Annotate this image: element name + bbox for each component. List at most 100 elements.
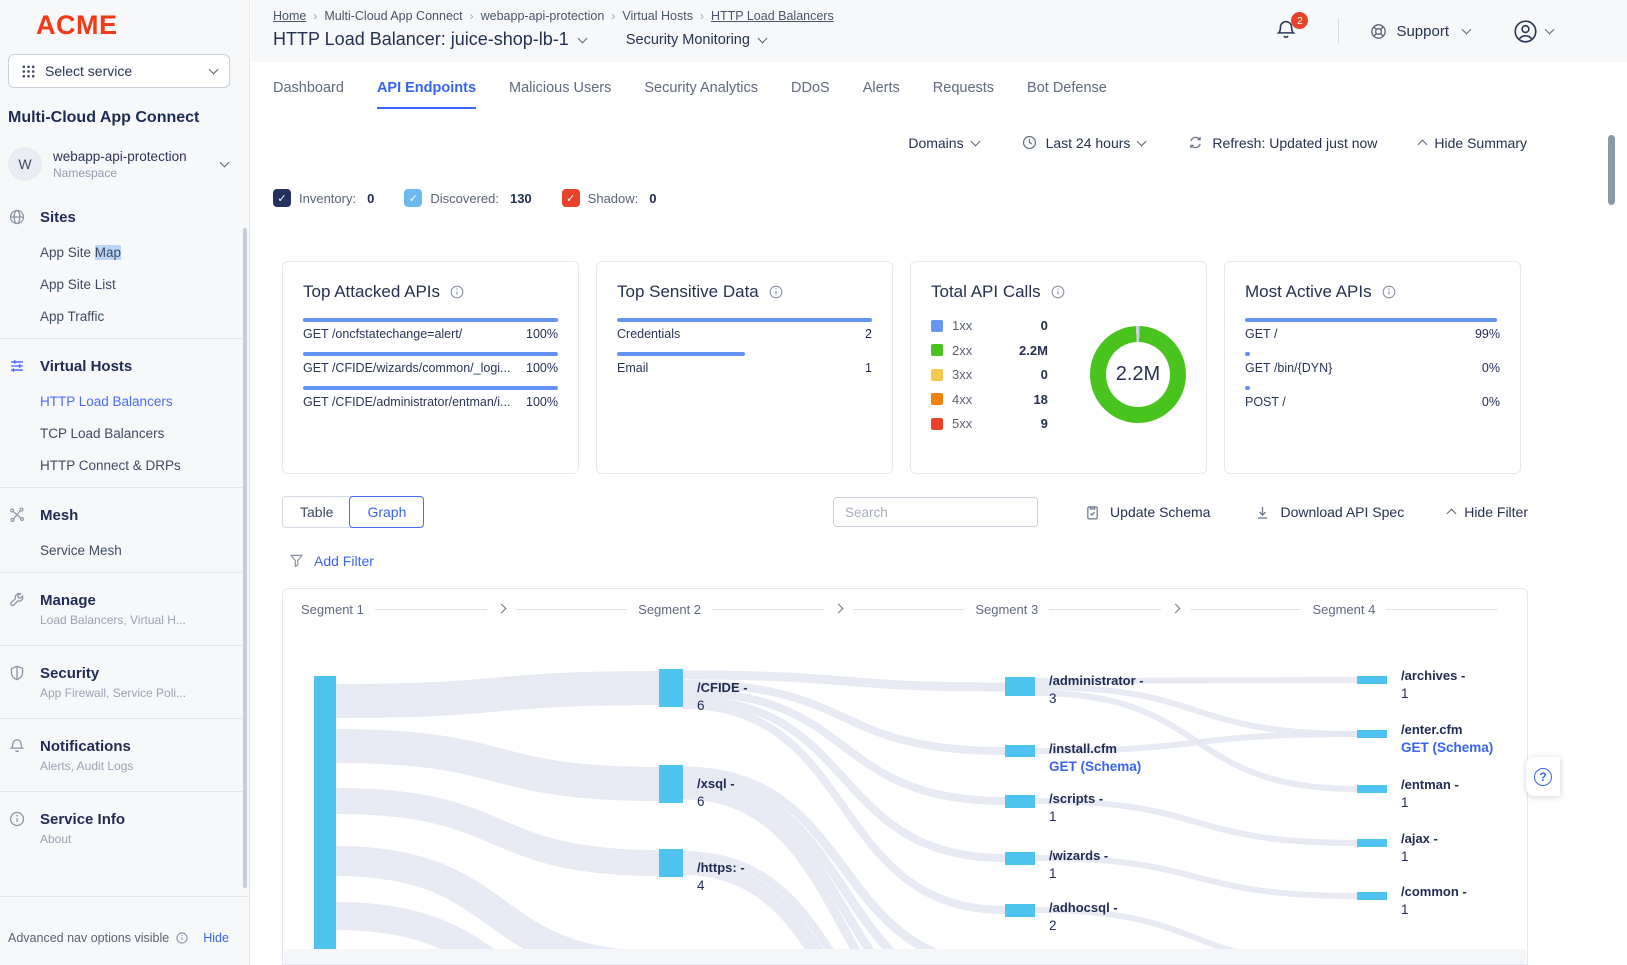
help-button[interactable]: ? [1526, 757, 1560, 796]
metric-row-credentials[interactable]: Credentials2 [617, 318, 872, 341]
tab-malicious-users[interactable]: Malicious Users [509, 80, 611, 109]
info-icon[interactable] [449, 284, 465, 300]
wrench-icon [8, 591, 26, 609]
sidebar-section-mesh[interactable]: Mesh [0, 494, 244, 534]
checkbox-checked-icon[interactable]: ✓ [404, 189, 422, 207]
sankey-node-schema-link[interactable]: GET (Schema) [1049, 759, 1141, 774]
sidebar-scrollbar[interactable] [243, 228, 247, 888]
breadcrumb-item-webapp-api-protection[interactable]: webapp-api-protection [481, 9, 605, 23]
counter-discovered[interactable]: ✓Discovered:130 [404, 189, 531, 207]
metric-row-get-cfide-administrator-entman-i[interactable]: GET /CFIDE/administrator/entman/i...100% [303, 386, 558, 409]
metric-row-post[interactable]: POST /0% [1245, 386, 1500, 409]
card-title: Total API Calls [931, 282, 1041, 302]
metric-row-get-oncfstatechange-alert[interactable]: GET /oncfstatechange=alert/100% [303, 318, 558, 341]
sidebar-section-sites[interactable]: Sites [0, 196, 244, 236]
sankey-node-root[interactable] [314, 676, 336, 952]
sankey-node-scripts[interactable] [1005, 795, 1035, 808]
support-menu[interactable]: Support [1369, 22, 1470, 41]
sankey-node-wizards[interactable] [1005, 852, 1035, 865]
checkbox-checked-icon[interactable]: ✓ [562, 189, 580, 207]
page-scrollbar[interactable] [1608, 135, 1615, 205]
metric-row-get-bin-dyn[interactable]: GET /bin/{DYN}0% [1245, 352, 1500, 375]
security-monitoring-dropdown[interactable]: Security Monitoring [626, 32, 766, 48]
breadcrumb-item-multi-cloud-app-connect[interactable]: Multi-Cloud App Connect [324, 9, 462, 23]
tab-dashboard[interactable]: Dashboard [273, 80, 344, 109]
sankey-node-adhocsql[interactable] [1005, 904, 1035, 917]
graph-view-button[interactable]: Graph [349, 496, 424, 528]
hide-filter-label: Hide Filter [1464, 504, 1528, 520]
sankey-node-schema-link[interactable]: GET (Schema) [1401, 740, 1493, 755]
sankey-node-cfide[interactable] [659, 669, 683, 707]
chevron-down-icon[interactable] [577, 33, 587, 43]
sidebar-item-app-site-map[interactable]: App Site Map [0, 236, 244, 268]
sidebar-section-virtual-hosts[interactable]: Virtual Hosts [0, 345, 244, 385]
sidebar-item-http-connect-drps[interactable]: HTTP Connect & DRPs [0, 449, 244, 481]
tab-ddos[interactable]: DDoS [791, 80, 830, 109]
sankey-node-archives[interactable] [1357, 676, 1387, 684]
metric-bar [1245, 318, 1497, 322]
info-icon[interactable] [1381, 284, 1397, 300]
sankey-node-ajax[interactable] [1357, 839, 1387, 847]
breadcrumb-item-home[interactable]: Home [273, 9, 306, 23]
sankey-node-label: /enter.cfm [1401, 722, 1462, 737]
metric-label: POST / [1245, 395, 1286, 409]
sankey-node-entman[interactable] [1357, 785, 1387, 793]
update-schema-button[interactable]: Update Schema [1084, 504, 1210, 521]
table-view-button[interactable]: Table [283, 497, 350, 527]
info-icon[interactable] [1050, 284, 1066, 300]
sidebar-item-app-traffic[interactable]: App Traffic [0, 300, 244, 332]
tab-bot-defense[interactable]: Bot Defense [1027, 80, 1107, 109]
sankey-node-administrator[interactable] [1005, 677, 1035, 696]
domains-dropdown[interactable]: Domains [908, 135, 978, 151]
view-toggle: Table Graph [282, 496, 424, 528]
search-input[interactable] [833, 497, 1038, 527]
refresh-button[interactable]: Refresh: Updated just now [1187, 134, 1377, 151]
info-icon[interactable] [768, 284, 784, 300]
counter-inventory[interactable]: ✓Inventory:0 [273, 189, 374, 207]
tab-security-analytics[interactable]: Security Analytics [644, 80, 758, 109]
namespace-selector[interactable]: W webapp-api-protection Namespace [8, 142, 240, 186]
sankey-node-common[interactable] [1357, 892, 1387, 900]
breadcrumb-item-virtual-hosts[interactable]: Virtual Hosts [622, 9, 693, 23]
sidebar-divider [0, 338, 244, 339]
tab-requests[interactable]: Requests [933, 80, 994, 109]
breadcrumb: Home›Multi-Cloud App Connect›webapp-api-… [273, 9, 834, 23]
sidebar-divider [0, 572, 244, 573]
notifications-bell-button[interactable]: 2 [1274, 18, 1300, 44]
page-title: HTTP Load Balancer: juice-shop-lb-1 [273, 29, 569, 50]
hide-nav-link[interactable]: Hide [203, 931, 229, 945]
select-service-dropdown[interactable]: Select service [8, 54, 230, 88]
sidebar-item-http-load-balancers[interactable]: HTTP Load Balancers [0, 385, 244, 417]
sankey-node-xsql[interactable] [659, 765, 683, 803]
time-range-dropdown[interactable]: Last 24 hours [1021, 134, 1146, 151]
hide-filter-toggle[interactable]: Hide Filter [1448, 504, 1528, 520]
namespace-label: Namespace [53, 166, 187, 180]
add-filter-label: Add Filter [314, 553, 374, 569]
tab-alerts[interactable]: Alerts [863, 80, 900, 109]
chevron-right-icon [1170, 603, 1180, 613]
counter-label: Inventory: [299, 191, 356, 206]
metric-row-get-cfide-wizards-common-logi[interactable]: GET /CFIDE/wizards/common/_logi...100% [303, 352, 558, 375]
sidebar-item-tcp-load-balancers[interactable]: TCP Load Balancers [0, 417, 244, 449]
legend-row-2xx: 2xx2.2M [931, 343, 1048, 358]
sankey-node-https[interactable] [659, 849, 683, 877]
tab-api-endpoints[interactable]: API Endpoints [377, 80, 476, 109]
sidebar-item-service-mesh[interactable]: Service Mesh [0, 534, 244, 566]
hide-summary-toggle[interactable]: Hide Summary [1419, 135, 1527, 151]
counter-shadow[interactable]: ✓Shadow:0 [562, 189, 657, 207]
sankey-node-install-cfm[interactable] [1005, 745, 1035, 757]
download-api-spec-button[interactable]: Download API Spec [1254, 504, 1404, 521]
sankey-node-enter-cfm[interactable] [1357, 730, 1387, 738]
sidebar-divider [0, 645, 244, 646]
metric-row-email[interactable]: Email1 [617, 352, 872, 375]
chevron-down-icon [209, 65, 219, 75]
user-menu[interactable] [1512, 18, 1553, 45]
counter-value: 0 [649, 191, 656, 206]
api-sankey-graph: /CFIDE -6/xsql -6/https: -4/administrato… [283, 621, 1528, 952]
breadcrumb-item-http-load-balancers[interactable]: HTTP Load Balancers [711, 9, 834, 23]
checkbox-checked-icon[interactable]: ✓ [273, 189, 291, 207]
add-filter-button[interactable]: Add Filter [288, 552, 374, 569]
sidebar-item-app-site-list[interactable]: App Site List [0, 268, 244, 300]
counter-value: 130 [510, 191, 532, 206]
metric-row-get[interactable]: GET /99% [1245, 318, 1500, 341]
